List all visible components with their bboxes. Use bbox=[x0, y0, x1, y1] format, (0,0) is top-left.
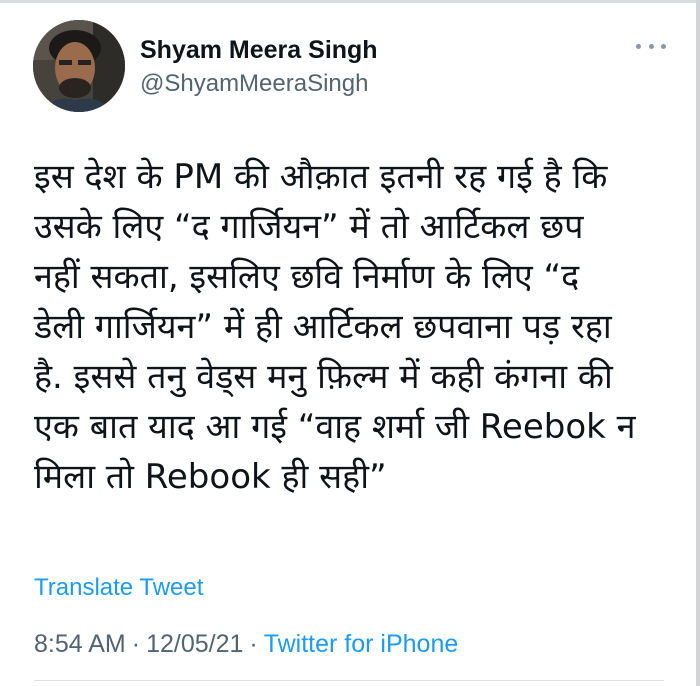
tweet-text-line: डेली गार्जियन” में ही आर्टिकल छपवाना पड़… bbox=[34, 307, 612, 347]
user-handle[interactable]: @ShyamMeeraSingh bbox=[140, 69, 378, 99]
tweet-text-line: एक बात याद आ गई “वाह शर्मा जी Reebok न bbox=[34, 407, 636, 447]
avatar[interactable] bbox=[33, 20, 125, 112]
tweet-date[interactable]: 12/05/21 bbox=[146, 630, 243, 658]
tweet-source-link[interactable]: Twitter for iPhone bbox=[264, 630, 459, 658]
avatar-photo bbox=[33, 20, 125, 112]
tweet-text-line: मिला तो Rebook ही सही” bbox=[34, 457, 387, 497]
tweet-text-line: है. इससे तनु वेड्स मनु फ़िल्म में कही कं… bbox=[34, 357, 613, 397]
divider bbox=[34, 680, 664, 681]
more-options-button[interactable] bbox=[636, 36, 666, 56]
display-name[interactable]: Shyam Meera Singh bbox=[140, 35, 378, 65]
tweet-text-line: नहीं सकता, इसलिए छवि निर्माण के लिए “द bbox=[34, 257, 580, 297]
tweet-time[interactable]: 8:54 AM bbox=[34, 630, 126, 658]
translate-tweet-link[interactable]: Translate Tweet bbox=[34, 574, 203, 602]
meta-separator: · bbox=[249, 630, 258, 658]
tweet-metadata: 8:54 AM · 12/05/21 · Twitter for iPhone bbox=[34, 630, 458, 659]
tweet-text: इस देश के PM की औक़ात इतनी रह गई है कि उ… bbox=[34, 152, 664, 502]
more-horizontal-icon bbox=[648, 43, 654, 49]
tweet-text-line: उसके लिए “द गार्जियन” में तो आर्टिकल छप bbox=[34, 207, 584, 247]
meta-separator: · bbox=[131, 630, 141, 658]
tweet-text-line: इस देश के PM की औक़ात इतनी रह गई है कि bbox=[34, 157, 608, 197]
more-horizontal-icon bbox=[661, 43, 666, 49]
tweet-card: Shyam Meera Singh @ShyamMeeraSingh इस दे… bbox=[0, 0, 696, 686]
frame-right-border bbox=[696, 0, 700, 686]
author-block: Shyam Meera Singh @ShyamMeeraSingh bbox=[140, 35, 378, 99]
more-horizontal-icon bbox=[636, 43, 641, 49]
